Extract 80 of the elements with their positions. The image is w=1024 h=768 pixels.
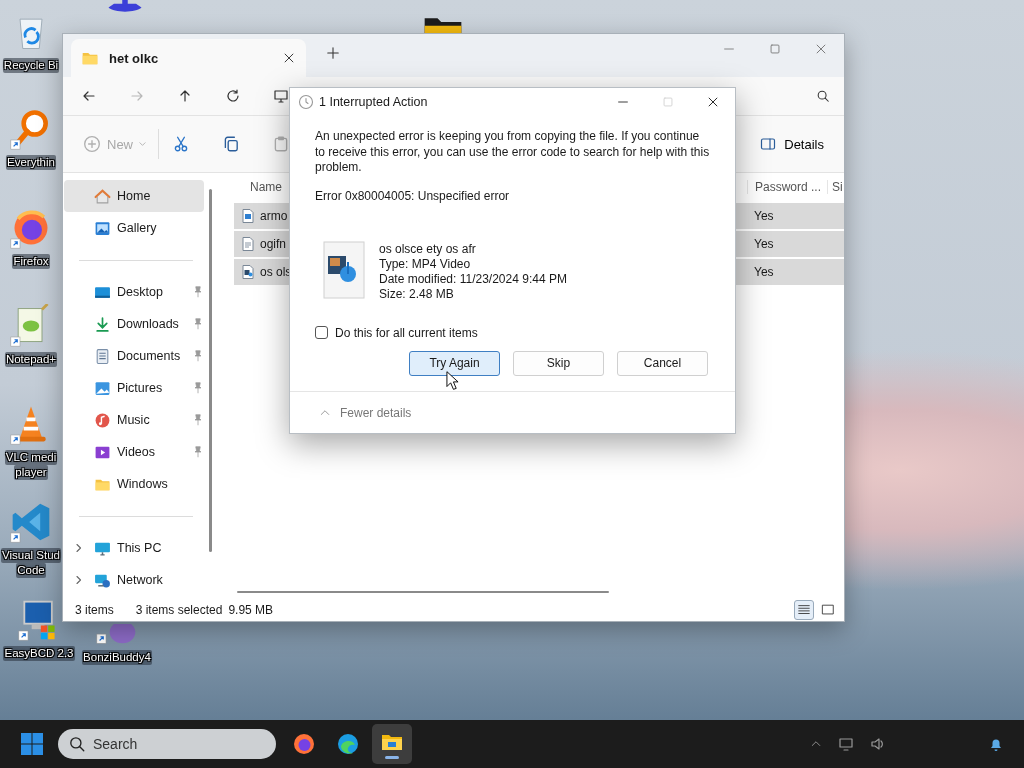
file-detail: Date modified: 11/23/2024 9:44 PM	[379, 271, 567, 287]
taskbar-button[interactable]	[372, 724, 412, 764]
document-icon	[94, 347, 111, 365]
icon-label: Recycle Bi	[2, 58, 60, 73]
tile-icon	[821, 602, 835, 617]
column-header[interactable]: Si	[832, 179, 843, 194]
file-name: armo	[260, 209, 288, 223]
status-text: 9.95 MB	[228, 602, 274, 617]
download-icon	[94, 315, 111, 333]
error-code: Error 0x80004005: Unspecified error	[315, 188, 511, 203]
sidebar-item[interactable]: Home	[64, 180, 204, 212]
start-icon[interactable]	[20, 732, 44, 756]
video-file-icon	[240, 264, 256, 280]
icon-label: Visual Stud	[1, 548, 61, 563]
file-name: ogifn	[260, 237, 287, 251]
icon-label: Everythin	[6, 155, 56, 170]
icon-label: EasyBCD 2.3	[3, 646, 75, 661]
icon-label: Notepad+	[4, 352, 58, 367]
video-file-icon	[322, 239, 366, 300]
search-icon[interactable]	[816, 89, 830, 103]
copy-icon[interactable]	[222, 135, 240, 153]
icon-label: BonziBuddy4	[82, 650, 152, 665]
dialog-button[interactable]: Try Again	[409, 350, 500, 376]
checkbox[interactable]	[315, 326, 328, 339]
search-field[interactable]: Search	[58, 729, 276, 759]
dialog-button[interactable]: Cancel	[617, 350, 708, 376]
wave-globe-icon	[336, 732, 360, 756]
dialog-button[interactable]: Skip	[513, 350, 604, 376]
sidebar-item[interactable]: Music	[64, 404, 204, 436]
file-detail: os olsce ety os afr	[379, 241, 477, 257]
fox-globe-icon	[292, 732, 316, 756]
refresh-icon[interactable]	[225, 88, 241, 104]
gallery-icon	[94, 219, 111, 237]
details-pane-icon	[760, 136, 777, 152]
sidebar-item[interactable]: Windows	[64, 468, 204, 500]
status-text: 3 items selected	[135, 602, 223, 617]
details-view-button[interactable]	[794, 599, 814, 620]
image-file-icon	[240, 208, 256, 224]
scissors-icon[interactable]	[172, 135, 190, 153]
sidebar-item[interactable]: Gallery	[64, 212, 204, 244]
mouse-pointer-icon	[446, 370, 459, 391]
monitor-icon[interactable]	[273, 88, 289, 104]
icon-label: Firefox	[12, 254, 50, 269]
home-icon	[94, 187, 111, 205]
clock-icon	[298, 94, 314, 110]
sidebar-item[interactable]: This PC	[64, 532, 204, 564]
details-button[interactable]: Details	[754, 132, 830, 156]
icon-label: player	[14, 465, 48, 480]
speaker-icon[interactable]	[870, 736, 886, 752]
sidebar-item[interactable]: Videos	[64, 436, 204, 468]
sidebar-item[interactable]: Pictures	[64, 372, 204, 404]
column-header[interactable]: Name	[250, 179, 282, 194]
file-detail: Type: MP4 Video	[379, 256, 472, 272]
dialog-title: 1 Interrupted Action	[319, 95, 429, 109]
sidebar-item[interactable]: Downloads	[64, 308, 204, 340]
sidebar-item[interactable]: Network	[64, 564, 204, 596]
tab[interactable]: het olkc	[71, 39, 306, 77]
caret-down-icon	[139, 140, 146, 148]
music-icon	[94, 411, 111, 429]
error-message: An unexpected error is keeping you from copying the file. If you continue to receive this error, you can use the error code to search for help with this problem.	[315, 129, 711, 176]
table-cell: Yes	[754, 237, 774, 251]
status-text: 3 items	[75, 602, 114, 617]
checkbox-label[interactable]: Do this for all current items	[335, 325, 478, 340]
plus-icon[interactable]	[326, 45, 340, 60]
close-icon[interactable]	[282, 51, 296, 65]
icon-label: VLC medi	[4, 450, 58, 465]
column-header[interactable]: Password ...	[755, 179, 822, 194]
search-icon	[68, 735, 86, 753]
plus-circle-icon	[83, 135, 101, 153]
sidebar-item[interactable]: Desktop	[64, 276, 204, 308]
table-cell: Yes	[754, 265, 774, 279]
table-cell: Yes	[754, 209, 774, 223]
monitor-icon[interactable]	[838, 736, 854, 752]
list-icon	[797, 602, 811, 617]
file-detail: Size: 2.48 MB	[379, 286, 455, 302]
picture-icon	[94, 379, 111, 397]
text-file-icon	[240, 236, 256, 252]
sidebar-item[interactable]: Documents	[64, 340, 204, 372]
details-toggle-link[interactable]: Fewer details	[340, 405, 412, 420]
icon-label: Code	[16, 563, 46, 578]
